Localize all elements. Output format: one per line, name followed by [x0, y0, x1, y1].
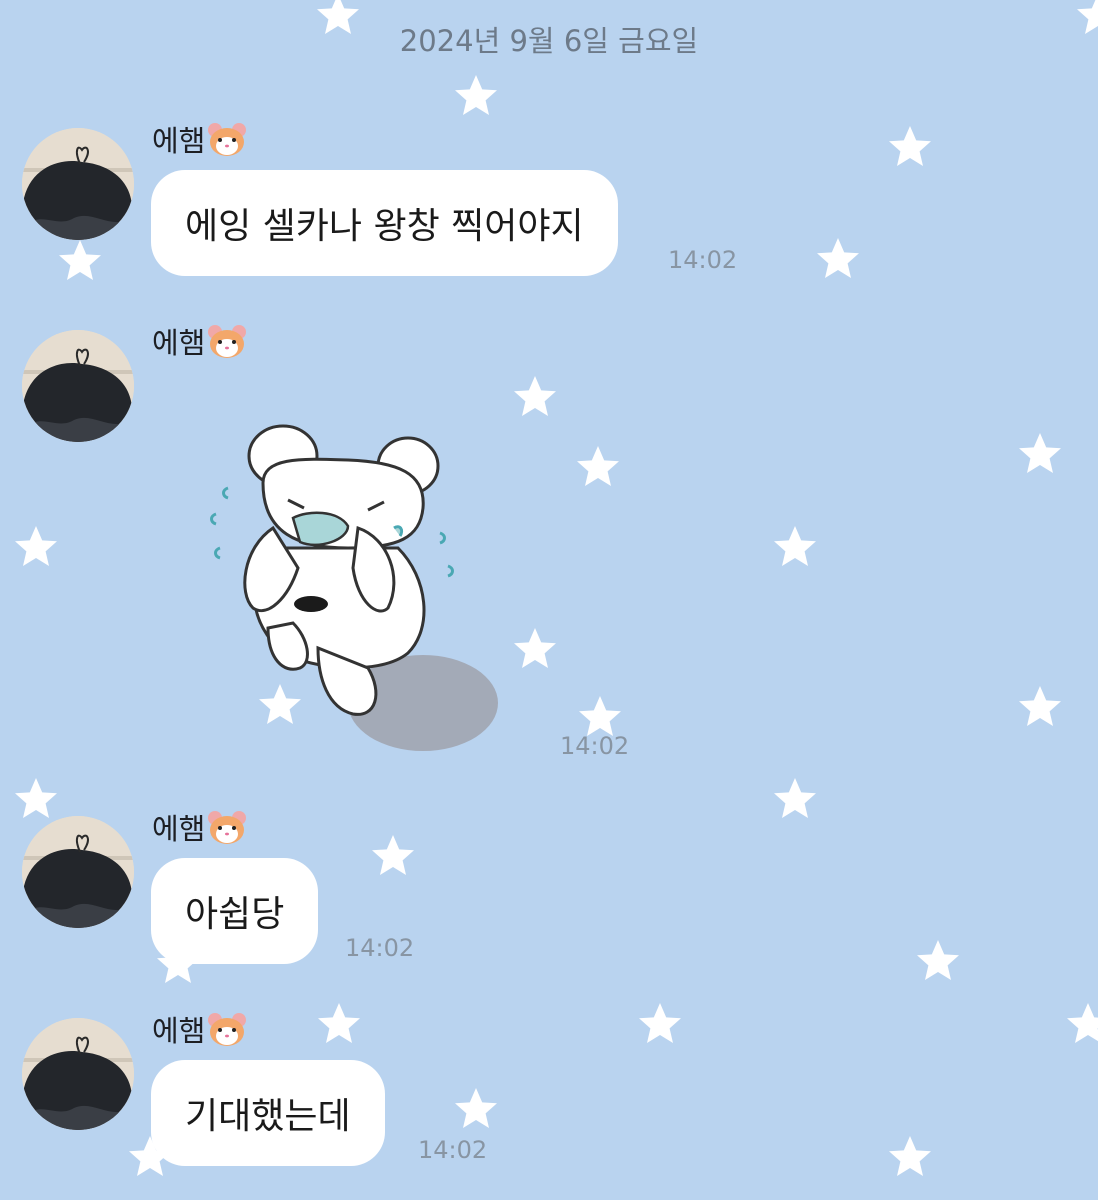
message-bubble[interactable]: 아쉽당 — [151, 858, 319, 964]
sender-name: 에햄 — [152, 1008, 247, 1050]
message-time: 14:02 — [668, 246, 738, 274]
crying-bear-sticker[interactable] — [208, 418, 508, 762]
sender-name: 에햄 — [152, 118, 247, 160]
message-text: 기대했는데 — [185, 1096, 351, 1137]
message-time: 14:02 — [345, 934, 415, 962]
sender-name-text: 에햄 — [152, 124, 206, 158]
message-bubble[interactable]: 기대했는데 — [151, 1060, 385, 1166]
sender-name: 에햄 — [152, 320, 247, 362]
message-text: 아쉽당 — [185, 894, 285, 935]
date-divider: 2024년 9월 6일 금요일 — [399, 24, 699, 58]
hamster-face-icon — [207, 121, 247, 157]
avatar[interactable] — [22, 128, 134, 240]
sender-name: 에햄 — [152, 806, 247, 848]
message-time: 14:02 — [418, 1136, 488, 1164]
avatar[interactable] — [22, 330, 134, 442]
hamster-face-icon — [207, 323, 247, 359]
sender-name-text: 에햄 — [152, 326, 206, 360]
avatar[interactable] — [22, 816, 134, 928]
message-bubble[interactable]: 에잉 셀카나 왕창 찍어야지 — [151, 170, 618, 276]
message-time: 14:02 — [560, 732, 630, 760]
sender-name-text: 에햄 — [152, 1014, 206, 1048]
message-text: 에잉 셀카나 왕창 찍어야지 — [185, 206, 584, 247]
sender-name-text: 에햄 — [152, 812, 206, 846]
avatar[interactable] — [22, 1018, 134, 1130]
hamster-face-icon — [207, 1011, 247, 1047]
hamster-face-icon — [207, 809, 247, 845]
